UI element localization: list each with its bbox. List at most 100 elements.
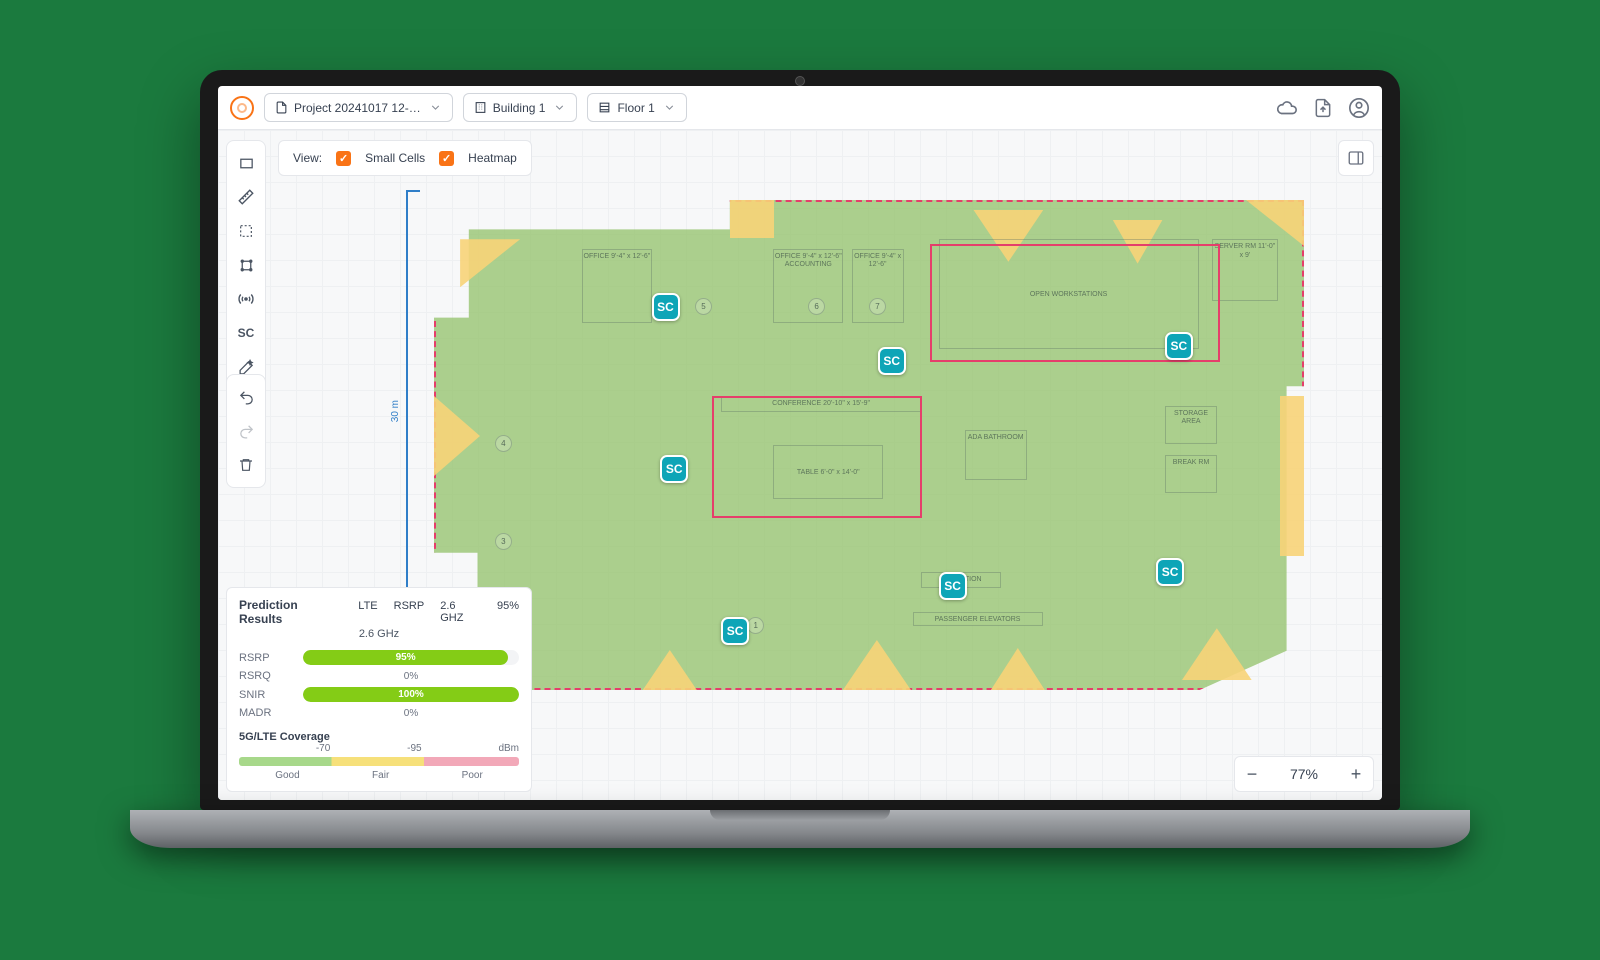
small-cell-marker[interactable]: SC [652, 293, 680, 321]
room-number: 1 [747, 617, 764, 634]
tool-small-cell[interactable]: SC [230, 317, 262, 349]
topbar-right [1276, 97, 1370, 119]
tool-undo[interactable] [230, 381, 262, 413]
room-number: 6 [808, 298, 825, 315]
metric-label: MADR [239, 707, 293, 719]
chevron-down-icon [663, 101, 676, 114]
tool-redo[interactable] [230, 415, 262, 447]
tool-rail-edit [226, 374, 266, 488]
app-logo-icon [230, 96, 254, 120]
metric-value: 0% [303, 708, 519, 719]
small-cell-marker[interactable]: SC [1156, 558, 1184, 586]
results-chip: RSRP [394, 600, 425, 612]
room-office: OFFICE 9'-4" x 12'-6" ACCOUNTING [773, 249, 843, 323]
view-label: View: [293, 151, 322, 165]
metric-label: RSRQ [239, 670, 293, 682]
tool-area[interactable] [230, 249, 262, 281]
view-toggle-bar: View: ✓ Small Cells ✓ Heatmap [278, 140, 532, 176]
tool-delete[interactable] [230, 449, 262, 481]
zoom-value: 77% [1269, 766, 1339, 782]
floorplan[interactable]: OFFICE 9'-4" x 12'-6" OFFICE 9'-4" x 12'… [434, 200, 1304, 690]
floor-picker[interactable]: Floor 1 [587, 93, 686, 122]
laptop-notch [710, 810, 890, 820]
metric-row: RSRP 95% [239, 650, 519, 665]
tick: dBm [498, 743, 519, 754]
coverage-gradient: -70 -95 dBm [239, 757, 519, 766]
floor-name: Floor 1 [617, 101, 654, 115]
results-chip: 2.6 GHZ [440, 600, 481, 624]
heatmap-label: Heatmap [468, 151, 517, 165]
top-bar: Project 20241017 12-… Building 1 Floor 1 [218, 86, 1382, 130]
tool-select-marquee[interactable] [230, 215, 262, 247]
room-number: 5 [695, 298, 712, 315]
small-cell-marker[interactable]: SC [721, 617, 749, 645]
scale-ruler [406, 190, 420, 630]
metric-row: RSRQ 0% [239, 670, 519, 682]
metric-label: RSRP [239, 652, 293, 664]
room-server: SERVER RM 11'-0" x 9' [1212, 239, 1278, 301]
results-subtitle: 2.6 GHz [239, 628, 519, 640]
metric-value: 100% [303, 687, 519, 702]
band-label: Fair [372, 770, 389, 781]
tick: -70 [316, 743, 330, 754]
room-elevators: PASSENGER ELEVATORS [913, 612, 1043, 626]
results-chip: 95% [497, 600, 519, 612]
selection-box[interactable] [712, 396, 922, 518]
export-icon[interactable] [1312, 97, 1334, 119]
band-label: Good [275, 770, 299, 781]
tool-rail-main: SC [226, 140, 266, 390]
zoom-control: − 77% + [1234, 756, 1374, 792]
small-cell-marker[interactable]: SC [660, 455, 688, 483]
chevron-down-icon [553, 101, 566, 114]
metric-value: 95% [303, 650, 508, 665]
metric-bar: 100% [303, 687, 519, 702]
prediction-results-panel: Prediction Results LTE RSRP 2.6 GHZ 95% … [226, 587, 532, 792]
cloud-sync-icon[interactable] [1276, 97, 1298, 119]
metric-bar: 95% [303, 650, 519, 665]
room-ada-bath: ADA BATHROOM [965, 430, 1027, 480]
small-cell-marker[interactable]: SC [878, 347, 906, 375]
small-cell-marker[interactable]: SC [939, 572, 967, 600]
heatmap-fair-patch [1280, 396, 1304, 556]
tool-ap[interactable] [230, 283, 262, 315]
laptop-mockup: Project 20241017 12-… Building 1 Floor 1 [130, 70, 1470, 890]
tool-rectangle[interactable] [230, 147, 262, 179]
zoom-out-button[interactable]: − [1235, 757, 1269, 791]
app-body: SC View: ✓ Small Cells ✓ Heatmap [218, 130, 1382, 800]
results-title: Prediction Results [239, 598, 342, 626]
results-chip: LTE [358, 600, 377, 612]
metric-row: SNIR 100% [239, 687, 519, 702]
camera-dot [795, 76, 805, 86]
coverage-ticks: -70 -95 dBm [239, 743, 519, 754]
panel-toggle-button[interactable] [1338, 140, 1374, 176]
project-name: Project 20241017 12-… [294, 101, 421, 115]
zoom-in-button[interactable]: + [1339, 757, 1373, 791]
coverage-title: 5G/LTE Coverage [239, 731, 519, 743]
scale-ruler-label: 30 m [390, 400, 401, 422]
metric-label: SNIR [239, 689, 293, 701]
results-header: Prediction Results LTE RSRP 2.6 GHZ 95% [239, 598, 519, 626]
room-number: 7 [869, 298, 886, 315]
room-storage: STORAGE AREA [1165, 406, 1217, 444]
checkbox-heatmap[interactable]: ✓ [439, 151, 454, 166]
room-number: 4 [495, 435, 512, 452]
coverage-band-labels: Good Fair Poor [239, 770, 519, 781]
small-cells-label: Small Cells [365, 151, 425, 165]
project-picker[interactable]: Project 20241017 12-… [264, 93, 453, 122]
small-cell-marker[interactable]: SC [1165, 332, 1193, 360]
tool-measure[interactable] [230, 181, 262, 213]
laptop-base [130, 810, 1470, 848]
chevron-down-icon [429, 101, 442, 114]
account-icon[interactable] [1348, 97, 1370, 119]
building-picker[interactable]: Building 1 [463, 93, 578, 122]
checkbox-small-cells[interactable]: ✓ [336, 151, 351, 166]
heatmap-fair-patch [730, 200, 774, 238]
app-screen: Project 20241017 12-… Building 1 Floor 1 [218, 86, 1382, 800]
metric-value: 0% [303, 671, 519, 682]
band-label: Poor [462, 770, 483, 781]
laptop-lid: Project 20241017 12-… Building 1 Floor 1 [200, 70, 1400, 810]
room-break: BREAK RM [1165, 455, 1217, 493]
building-name: Building 1 [493, 101, 546, 115]
room-office: OFFICE 9'-4" x 12'-6" [582, 249, 652, 323]
room-number: 3 [495, 533, 512, 550]
